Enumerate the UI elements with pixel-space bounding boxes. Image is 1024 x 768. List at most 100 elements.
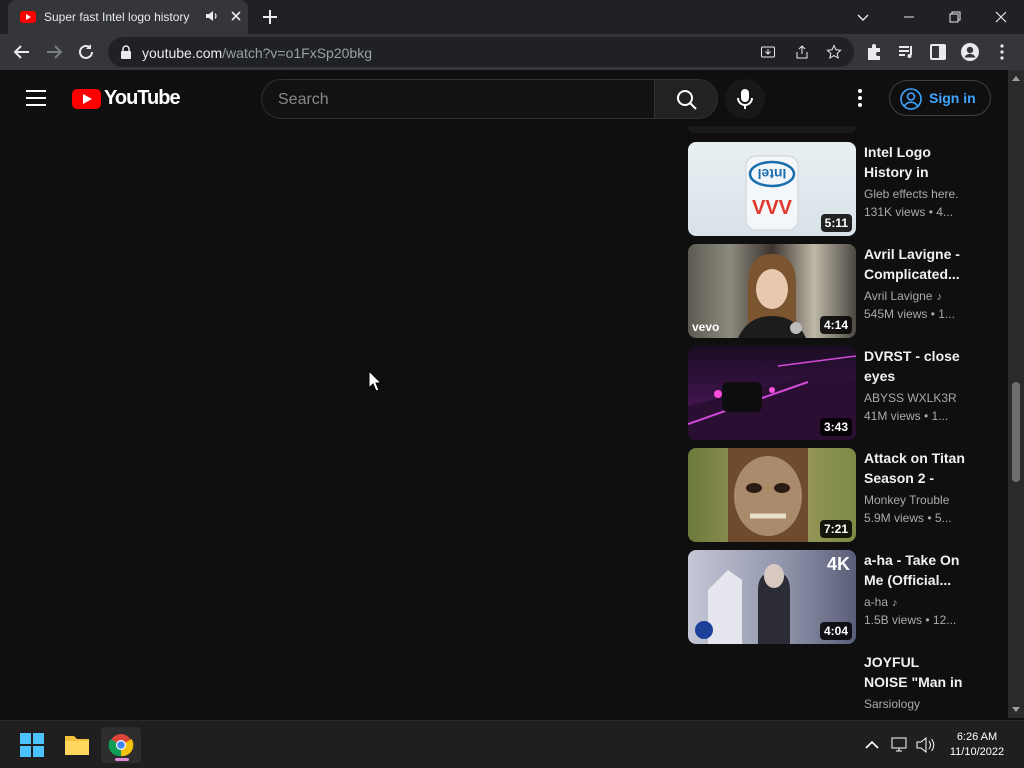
channel-name[interactable]: Gleb effects here. bbox=[864, 187, 974, 201]
video-meta: 1.5B views • 12... bbox=[864, 613, 957, 627]
search-input[interactable] bbox=[278, 89, 638, 111]
back-icon[interactable] bbox=[12, 42, 32, 62]
sign-in-label: Sign in bbox=[929, 90, 976, 106]
mouse-cursor-icon bbox=[368, 370, 382, 392]
tab-audio-icon[interactable] bbox=[204, 8, 220, 24]
restore-button[interactable] bbox=[932, 0, 978, 34]
sign-in-button[interactable]: Sign in bbox=[889, 80, 991, 116]
account-circle-icon bbox=[900, 88, 922, 110]
video-duration: 7:21 bbox=[819, 520, 852, 538]
youtube-page: YouTube Sign in Intel VVV bbox=[0, 70, 1008, 718]
url-text: youtube.com/watch?v=o1FxSp20bkg bbox=[142, 45, 372, 61]
minimize-button[interactable] bbox=[886, 0, 932, 34]
windows-logo-icon bbox=[20, 733, 44, 757]
youtube-play-logo-icon bbox=[72, 89, 101, 109]
search-icon bbox=[677, 90, 697, 110]
channel-name[interactable]: Monkey Trouble bbox=[864, 493, 974, 507]
tab-search-button[interactable] bbox=[840, 0, 886, 34]
file-explorer-button[interactable] bbox=[57, 727, 97, 763]
minimize-icon bbox=[904, 16, 914, 18]
channel-name[interactable]: Avril Lavigne ♪ bbox=[864, 289, 974, 303]
tab-close-icon[interactable] bbox=[228, 8, 244, 24]
network-icon[interactable] bbox=[890, 735, 910, 755]
video-title[interactable]: Avril Lavigne - Complicated... bbox=[864, 244, 966, 284]
recommendation-item[interactable]: 7:21 Attack on Titan Season 2 - All... M… bbox=[688, 448, 988, 542]
tab-title: Super fast Intel logo history bbox=[44, 10, 190, 24]
video-meta: 41M views • 1... bbox=[864, 409, 949, 423]
scroll-up-arrow-icon[interactable] bbox=[1012, 76, 1020, 81]
youtube-wordmark: YouTube bbox=[104, 87, 181, 109]
chevron-down-icon bbox=[857, 14, 869, 21]
chrome-menu-icon[interactable] bbox=[992, 42, 1012, 62]
restore-icon bbox=[949, 11, 961, 23]
install-app-icon[interactable] bbox=[760, 44, 776, 60]
search-button[interactable] bbox=[654, 79, 718, 119]
new-tab-icon[interactable] bbox=[260, 7, 280, 27]
video-meta: 545M views • 1... bbox=[864, 307, 955, 321]
video-thumbnail[interactable] bbox=[688, 126, 856, 133]
browser-tab-active[interactable]: Super fast Intel logo history bbox=[8, 0, 248, 34]
recommendation-item[interactable]: 3:43 DVRST - close eyes (extende... ABYS… bbox=[688, 346, 988, 440]
scrollbar-thumb[interactable] bbox=[1012, 382, 1020, 482]
windows-taskbar: 6:26 AM 11/10/2022 bbox=[0, 720, 1024, 768]
search-box bbox=[261, 79, 655, 119]
volume-icon[interactable] bbox=[915, 735, 935, 755]
folder-icon bbox=[65, 736, 89, 755]
close-window-button[interactable] bbox=[978, 0, 1024, 34]
recommendation-item[interactable]: 4K 4:04 a-ha - Take On Me (Official... a… bbox=[688, 550, 988, 644]
forward-icon[interactable] bbox=[44, 42, 64, 62]
channel-name[interactable]: Sarsiology bbox=[864, 697, 974, 711]
youtube-favicon-icon bbox=[20, 11, 36, 23]
media-controls-icon[interactable] bbox=[896, 42, 916, 62]
hamburger-menu-icon[interactable] bbox=[26, 89, 46, 107]
video-duration: 4:14 bbox=[819, 316, 852, 334]
browser-toolbar: youtube.com/watch?v=o1FxSp20bkg bbox=[0, 34, 1024, 70]
clock-time: 6:26 AM bbox=[956, 731, 998, 743]
share-icon[interactable] bbox=[794, 44, 810, 60]
recommendation-item[interactable]: vevo 4:14 Avril Lavigne - Complicated...… bbox=[688, 244, 988, 338]
music-note-icon: ♪ bbox=[936, 291, 942, 303]
video-duration: 4:04 bbox=[819, 622, 852, 640]
page-scrollbar[interactable] bbox=[1008, 70, 1024, 718]
video-title[interactable]: a-ha - Take On Me (Official... bbox=[864, 550, 966, 590]
video-title[interactable]: DVRST - close eyes (extende... bbox=[864, 346, 966, 386]
video-title[interactable]: Attack on Titan Season 2 - All... bbox=[864, 448, 966, 488]
voice-search-button[interactable] bbox=[725, 79, 765, 119]
profile-icon[interactable] bbox=[960, 42, 980, 62]
youtube-logo[interactable]: YouTube bbox=[72, 87, 181, 109]
video-thumbnail[interactable] bbox=[688, 652, 856, 718]
music-note-icon: ♪ bbox=[892, 597, 898, 609]
video-thumbnail[interactable]: 4K 4:04 bbox=[688, 550, 856, 644]
vevo-logo: vevo bbox=[692, 320, 720, 334]
recommendation-item[interactable]: JOYFUL NOISE "Man in the... Sarsiology bbox=[688, 652, 988, 718]
channel-name[interactable]: ABYSS WXLK3R bbox=[864, 391, 974, 405]
scroll-down-arrow-icon[interactable] bbox=[1012, 707, 1020, 712]
start-button[interactable] bbox=[12, 727, 52, 763]
video-meta: 131K views • 4... bbox=[864, 205, 953, 219]
video-thumbnail[interactable]: 7:21 bbox=[688, 448, 856, 542]
video-thumbnail[interactable]: vevo 4:14 bbox=[688, 244, 856, 338]
lock-icon[interactable] bbox=[120, 45, 132, 59]
recommendation-item[interactable]: Intel VVV 5:11 Intel Logo History in Rig… bbox=[688, 142, 988, 236]
channel-name[interactable]: a-ha ♪ bbox=[864, 595, 974, 609]
video-duration: 3:43 bbox=[819, 418, 852, 436]
4k-badge: 4K bbox=[826, 554, 850, 574]
system-clock[interactable]: 6:26 AM 11/10/2022 bbox=[944, 730, 1010, 760]
microphone-icon bbox=[737, 89, 753, 109]
close-icon bbox=[995, 11, 1007, 23]
more-options-icon[interactable] bbox=[850, 88, 870, 108]
chevron-up-icon[interactable] bbox=[862, 735, 882, 755]
video-thumbnail[interactable]: 3:43 bbox=[688, 346, 856, 440]
address-bar[interactable]: youtube.com/watch?v=o1FxSp20bkg bbox=[108, 37, 854, 67]
side-panel-icon[interactable] bbox=[928, 42, 948, 62]
video-thumbnail[interactable]: Intel VVV 5:11 bbox=[688, 142, 856, 236]
extensions-icon[interactable] bbox=[864, 42, 884, 62]
active-app-indicator bbox=[115, 758, 129, 761]
video-duration: 5:11 bbox=[820, 214, 852, 232]
video-title[interactable]: Intel Logo History in Rig... bbox=[864, 142, 966, 182]
video-title[interactable]: JOYFUL NOISE "Man in the... bbox=[864, 652, 966, 692]
bookmark-star-icon[interactable] bbox=[826, 44, 842, 60]
chrome-taskbar-button[interactable] bbox=[101, 727, 141, 763]
reload-icon[interactable] bbox=[76, 42, 96, 62]
browser-tab-strip: Super fast Intel logo history bbox=[0, 0, 1024, 34]
